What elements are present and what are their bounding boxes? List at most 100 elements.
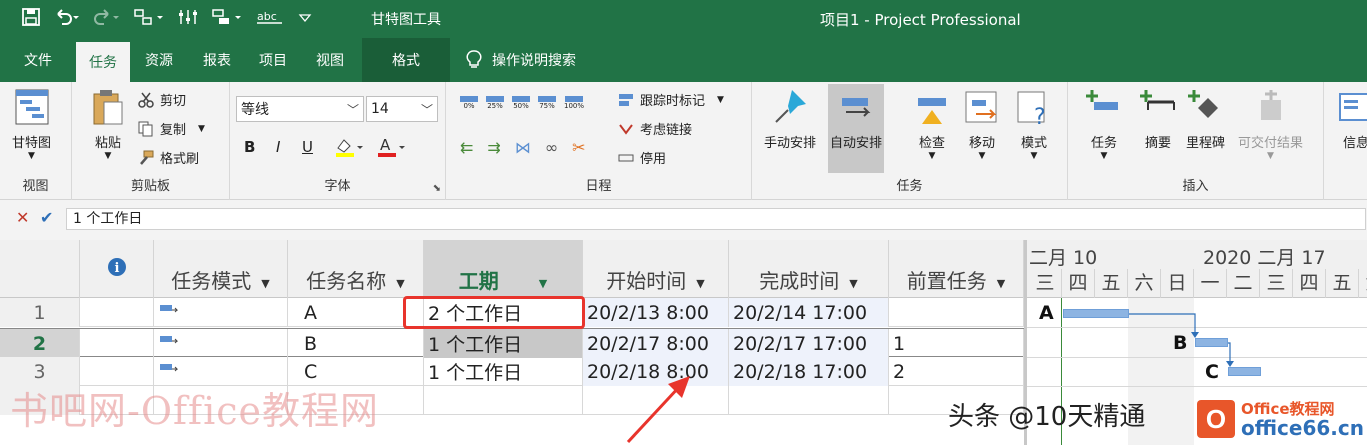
predecessors-cell[interactable]: 1 [889, 329, 1024, 358]
insert-milestone-button[interactable]: 里程碑 [1186, 88, 1225, 151]
gantt-bar[interactable] [1195, 338, 1228, 347]
outline-icon[interactable] [134, 8, 164, 30]
insert-task-button[interactable]: 任务 ▼ [1086, 88, 1122, 161]
split-task-icon[interactable]: ⋈ [515, 138, 531, 157]
pct-25-button[interactable]: 25% [486, 96, 504, 110]
pct-0-button[interactable]: 0% [460, 96, 478, 110]
duration-cell[interactable]: 1 个工作日 [424, 329, 583, 358]
task-mode-cell[interactable] [154, 329, 288, 358]
duration-cell[interactable] [424, 386, 583, 415]
highlight-color-button[interactable] [334, 136, 364, 158]
tab-resource[interactable]: 资源 [132, 38, 186, 82]
cancel-entry-icon[interactable]: ✕ [16, 208, 29, 227]
chevron-down-icon[interactable]: ▼ [997, 277, 1005, 290]
pct-50-button[interactable]: 50% [512, 96, 530, 110]
customize-qat-icon[interactable] [298, 8, 312, 30]
unlink-tasks-icon[interactable]: ✂ [572, 138, 585, 157]
paste-button[interactable]: 粘贴 ▼ [90, 88, 126, 161]
bold-button[interactable]: B [244, 138, 255, 156]
finish-header[interactable]: 完成时间 ▼ [729, 240, 889, 298]
tab-report[interactable]: 报表 [190, 38, 244, 82]
milestone-icon [1187, 90, 1218, 118]
insert-summary-button[interactable]: 摘要 [1140, 88, 1176, 151]
chevron-down-icon[interactable]: ▼ [849, 277, 857, 290]
adjust-icon[interactable] [178, 8, 198, 30]
predecessors-header[interactable]: 前置任务 ▼ [889, 240, 1024, 298]
quick-access-toolbar: abc [0, 0, 312, 38]
undo-icon[interactable] [54, 8, 80, 30]
inspect-button[interactable]: 检查 ▼ [914, 88, 950, 161]
mark-on-track-button[interactable]: 跟踪时标记 ▼ [618, 90, 724, 109]
font-size-value: 14 [371, 101, 389, 117]
tell-me-search[interactable]: 操作说明搜索 [466, 38, 576, 82]
font-color-button[interactable]: A [376, 136, 406, 158]
start-header[interactable]: 开始时间 ▼ [583, 240, 729, 298]
task-mode-cell[interactable] [154, 298, 288, 327]
auto-schedule-button[interactable]: 自动安排 [828, 84, 885, 173]
table-row[interactable]: 2 B 1 个工作日 20/2/17 8:00 20/2/17 17:00 1 [0, 328, 1024, 358]
group-tasks-label: 任务 [896, 179, 923, 194]
outdent-icon[interactable] [212, 8, 242, 30]
font-name-combo[interactable]: 等线 ﹀ [236, 96, 364, 122]
pct-100-button[interactable]: 100% [564, 96, 584, 110]
insert-deliverable-button[interactable]: 可交付结果 ▼ [1238, 88, 1303, 161]
finish-cell[interactable]: 20/2/14 17:00 [729, 298, 889, 327]
redo-icon[interactable] [94, 8, 120, 30]
move-button[interactable]: 移动 ▼ [964, 88, 1000, 161]
font-size-combo[interactable]: 14 ﹀ [366, 96, 438, 122]
duration-cell[interactable]: 1 个工作日 [424, 357, 583, 386]
mode-label: 模式 [1020, 136, 1047, 151]
gantt-chart-button[interactable]: 甘特图 ▼ [12, 88, 51, 161]
start-cell[interactable]: 20/2/17 8:00 [583, 329, 729, 358]
inactivate-button[interactable]: 停用 [618, 148, 666, 167]
select-all-header[interactable] [0, 240, 80, 298]
predecessors-cell[interactable] [889, 298, 1024, 327]
spelling-icon[interactable]: abc [256, 8, 284, 30]
information-button[interactable]: 信息 [1338, 88, 1367, 151]
move-task-back-icon[interactable]: ⇇ [460, 138, 473, 157]
duration-header[interactable]: 工期 ▼ [424, 240, 583, 298]
percent-complete-buttons: 0% 25% 50% 75% 100% [460, 96, 584, 110]
schedule-tools: ⇇ ⇉ ⋈ ∞ ✂ [460, 138, 586, 157]
row-id[interactable]: 1 [0, 298, 80, 327]
tab-project[interactable]: 项目 [246, 38, 300, 82]
copy-button[interactable]: 复制 ▼ [138, 119, 205, 138]
underline-button[interactable]: U [302, 138, 313, 156]
chevron-down-icon[interactable]: ▼ [696, 277, 704, 290]
manual-schedule-button[interactable]: 手动安排 [764, 88, 816, 151]
tab-file[interactable]: 文件 [0, 38, 76, 82]
task-name-header[interactable]: 任务名称 ▼ [288, 240, 424, 298]
chevron-down-icon[interactable]: ▼ [396, 277, 404, 290]
entry-input[interactable]: 1 个工作日 [66, 208, 1366, 230]
indicator-cell[interactable] [80, 329, 154, 358]
gantt-bar[interactable] [1228, 367, 1261, 376]
start-cell[interactable]: 20/2/13 8:00 [583, 298, 729, 327]
predecessors-cell[interactable]: 2 [889, 357, 1024, 386]
row-id[interactable]: 2 [0, 329, 80, 358]
tab-view[interactable]: 视图 [303, 38, 357, 82]
cut-button[interactable]: 剪切 [138, 90, 186, 109]
gantt-bar[interactable] [1063, 309, 1129, 318]
indicator-cell[interactable] [80, 298, 154, 327]
mode-button[interactable]: ? 模式 ▼ [1016, 88, 1052, 161]
finish-cell[interactable] [729, 386, 889, 415]
indicators-header[interactable]: i [80, 240, 154, 298]
confirm-entry-icon[interactable]: ✔ [40, 208, 53, 227]
save-icon[interactable] [22, 8, 40, 30]
finish-cell[interactable]: 20/2/17 17:00 [729, 329, 889, 358]
link-tasks-icon[interactable]: ∞ [545, 138, 558, 157]
italic-button[interactable]: I [276, 138, 280, 156]
chevron-down-icon[interactable]: ▼ [261, 277, 269, 290]
tab-task[interactable]: 任务 [76, 42, 130, 82]
move-task-forward-icon[interactable]: ⇉ [487, 138, 500, 157]
group-insert-label: 插入 [1182, 179, 1209, 194]
format-painter-button[interactable]: 格式刷 [138, 148, 199, 167]
tab-format[interactable]: 格式 [362, 38, 450, 82]
pct-75-button[interactable]: 75% [538, 96, 556, 110]
finish-cell[interactable]: 20/2/18 17:00 [729, 357, 889, 386]
dialog-launcher-icon[interactable]: ⬊ [433, 183, 441, 194]
task-name-cell[interactable]: B [288, 329, 424, 358]
chevron-down-icon[interactable]: ▼ [539, 277, 547, 290]
respect-links-button[interactable]: 考虑链接 [618, 119, 692, 138]
task-mode-header[interactable]: 任务模式 ▼ [154, 240, 288, 298]
